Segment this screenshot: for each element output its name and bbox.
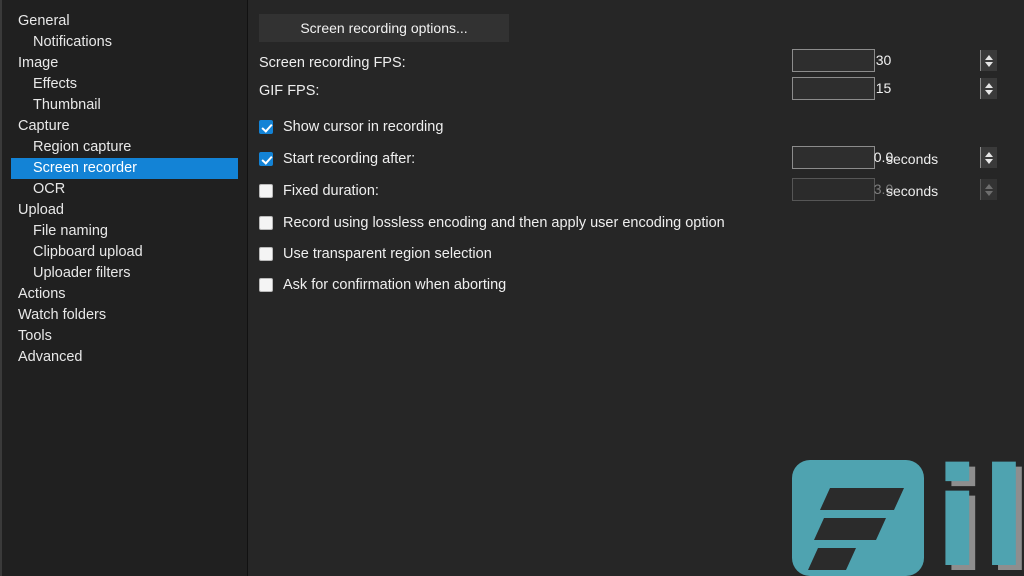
sidebar-item-uploader-filters[interactable]: Uploader filters (2, 263, 247, 284)
checkbox-row[interactable]: Start recording after: (259, 148, 415, 170)
sidebar-item-upload[interactable]: Upload (2, 200, 247, 221)
fps-spinner-1[interactable] (792, 77, 997, 100)
checkbox-row[interactable]: Ask for confirmation when aborting (259, 274, 506, 296)
screen-recording-options-button[interactable]: Screen recording options... (259, 14, 509, 42)
spinner-up-icon[interactable] (981, 147, 997, 158)
checkbox-row[interactable]: Use transparent region selection (259, 243, 492, 265)
checkbox-checked-icon[interactable] (259, 152, 273, 166)
spinner-arrows[interactable] (980, 50, 997, 71)
svg-text:ileCR: ileCR (934, 448, 1024, 576)
sidebar-item-watch-folders[interactable]: Watch folders (2, 305, 247, 326)
sidebar-item-advanced[interactable]: Advanced (2, 347, 247, 368)
checkbox-label: Fixed duration: (283, 183, 379, 199)
svg-text:ileCR: ileCR (940, 448, 1024, 576)
settings-window: General Notifications Image Effects Thumbnai… (0, 0, 1024, 576)
spinner-value[interactable] (793, 50, 980, 71)
spinner-up-icon[interactable] (981, 78, 997, 89)
sidebar-item-effects[interactable]: Effects (2, 74, 247, 95)
spinner-down-icon[interactable] (981, 89, 997, 100)
fps-spinner-0[interactable] (792, 49, 997, 72)
spinner-value[interactable] (793, 78, 980, 99)
screen-recorder-settings-panel: Screen recording options... Screen recor… (248, 0, 1024, 576)
duration-spinner-2 (792, 178, 997, 201)
sidebar-item-image[interactable]: Image (2, 53, 247, 74)
sidebar-item-thumbnail[interactable]: Thumbnail (2, 95, 247, 116)
checkbox-checked-icon[interactable] (259, 120, 273, 134)
sidebar-item-capture[interactable]: Capture (2, 116, 247, 137)
checkbox-row[interactable]: Record using lossless encoding and then … (259, 212, 725, 234)
spinner-up-icon[interactable] (981, 50, 997, 61)
checkbox-unchecked-icon[interactable] (259, 216, 273, 230)
sidebar-item-ocr[interactable]: OCR (2, 179, 247, 200)
sidebar-item-tools[interactable]: Tools (2, 326, 247, 347)
checkbox-unchecked-icon[interactable] (259, 184, 273, 198)
filecr-wordmark: ileCR ileCR (934, 440, 1024, 576)
settings-sidebar: General Notifications Image Effects Thumbnai… (0, 0, 250, 576)
checkbox-label: Use transparent region selection (283, 246, 492, 262)
unit-label: seconds (886, 183, 939, 199)
sidebar-item-screen-recorder[interactable]: Screen recorder (11, 158, 238, 179)
sidebar-item-general[interactable]: General (2, 11, 247, 32)
spinner-arrows (980, 179, 997, 200)
duration-spinner-1[interactable] (792, 146, 997, 169)
checkbox-row[interactable]: Fixed duration: (259, 180, 379, 202)
checkbox-label: Record using lossless encoding and then … (283, 215, 725, 231)
sidebar-item-actions[interactable]: Actions (2, 284, 247, 305)
spinner-up-icon (981, 179, 997, 190)
unit-label: seconds (886, 151, 939, 167)
spinner-arrows[interactable] (980, 78, 997, 99)
sidebar-item-region-capture[interactable]: Region capture (2, 137, 247, 158)
filecr-watermark: ileCR ileCR (788, 440, 1024, 576)
field-label: Screen recording FPS: (259, 55, 406, 71)
sidebar-item-file-naming[interactable]: File naming (2, 221, 247, 242)
checkbox-label: Start recording after: (283, 151, 416, 167)
checkbox-label: Ask for confirmation when aborting (283, 277, 507, 293)
checkbox-label: Show cursor in recording (283, 119, 444, 135)
field-row: Screen recording FPS: (259, 52, 406, 74)
sidebar-item-clipboard-upload[interactable]: Clipboard upload (2, 242, 247, 263)
field-row: GIF FPS: (259, 80, 319, 102)
checkbox-row[interactable]: Show cursor in recording (259, 116, 443, 138)
spinner-arrows[interactable] (980, 147, 997, 168)
sidebar-item-notifications[interactable]: Notifications (2, 32, 247, 53)
field-label: GIF FPS: (259, 83, 320, 99)
spinner-down-icon (981, 190, 997, 201)
checkbox-unchecked-icon[interactable] (259, 278, 273, 292)
spinner-down-icon[interactable] (981, 61, 997, 72)
spinner-down-icon[interactable] (981, 158, 997, 169)
checkbox-unchecked-icon[interactable] (259, 247, 273, 261)
filecr-logo-mark (792, 460, 924, 576)
